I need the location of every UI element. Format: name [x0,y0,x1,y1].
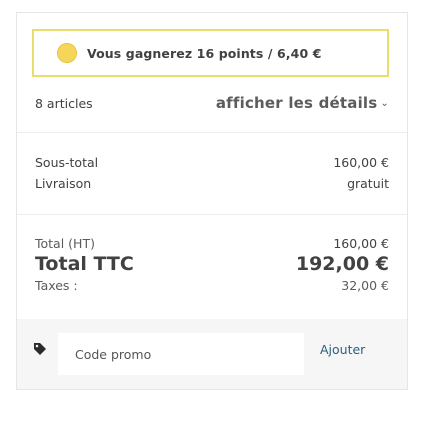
taxes-value: 32,00 € [341,278,389,293]
divider [17,132,407,133]
coin-icon [57,43,77,63]
total-ttc-row: Total TTC 192,00 € [35,253,389,275]
total-ttc-value: 192,00 € [295,253,389,275]
shipping-row: Livraison gratuit [35,176,389,191]
shipping-label: Livraison [35,176,92,191]
taxes-label: Taxes : [35,278,78,293]
add-promo-button[interactable]: Ajouter [320,342,365,357]
shipping-value: gratuit [347,176,389,191]
tag-icon [34,343,46,355]
total-ht-value: 160,00 € [333,236,389,251]
divider [17,214,407,215]
items-summary-row: 8 articles afficher les détails ⌄ [35,94,389,112]
subtotal-row: Sous-total 160,00 € [35,155,389,170]
subtotal-value: 160,00 € [333,155,389,170]
loyalty-points-banner: Vous gagnerez 16 points / 6,40 € [32,29,389,77]
loyalty-points-text: Vous gagnerez 16 points / 6,40 € [87,45,322,61]
chevron-down-icon: ⌄ [380,98,389,109]
total-ht-row: Total (HT) 160,00 € [35,236,389,251]
items-count: 8 articles [35,96,93,111]
taxes-row: Taxes : 32,00 € [35,278,389,293]
subtotal-label: Sous-total [35,155,99,170]
show-details-link[interactable]: afficher les détails ⌄ [216,94,389,112]
total-ht-label: Total (HT) [35,236,95,251]
show-details-label: afficher les détails [215,94,378,112]
promo-code-input[interactable] [58,333,304,375]
total-ttc-label: Total TTC [35,253,134,275]
